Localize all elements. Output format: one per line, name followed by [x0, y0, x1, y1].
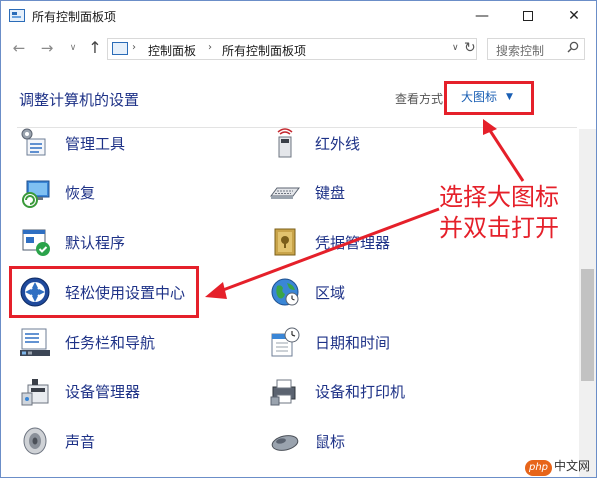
item-label: 设备管理器 [65, 383, 141, 401]
search-icon [567, 41, 579, 53]
up-button[interactable]: ↑ [85, 38, 105, 58]
device-manager-icon [21, 379, 49, 406]
title-bar: 所有控制面板项 — ✕ [1, 1, 596, 31]
maximize-button[interactable] [505, 1, 551, 31]
watermark: php 中文网 [525, 457, 591, 476]
item-label: 红外线 [315, 135, 361, 153]
vertical-scrollbar[interactable] [579, 129, 596, 477]
control-panel-app-icon [9, 9, 25, 22]
refresh-button[interactable]: ↻ [464, 40, 476, 56]
item-label: 默认程序 [65, 234, 126, 252]
credential-manager-icon [274, 228, 296, 256]
forward-button[interactable]: → [37, 38, 57, 58]
item-label: 设备和打印机 [315, 383, 406, 401]
maximize-icon [523, 11, 533, 21]
window-title: 所有控制面板项 [32, 10, 117, 24]
item-device-manager[interactable]: 设备管理器 [19, 375, 209, 409]
item-label: 键盘 [315, 184, 346, 202]
calendar-clock-icon [271, 327, 300, 357]
watermark-text: 中文网 [554, 459, 591, 473]
printer-icon [270, 379, 296, 406]
item-label: 管理工具 [65, 135, 126, 153]
view-by-highlight [444, 81, 534, 115]
item-label: 恢复 [65, 184, 96, 202]
default-programs-icon [22, 229, 50, 256]
keyboard-icon [270, 187, 300, 199]
item-date-time[interactable]: 日期和时间 [269, 326, 459, 360]
item-credential-manager[interactable]: 凭据管理器 [269, 226, 459, 260]
globe-icon [271, 278, 299, 306]
annotation-line-2: 并双击打开 [439, 214, 559, 242]
back-button[interactable]: ← [9, 38, 29, 58]
speaker-icon [23, 427, 47, 455]
item-infrared[interactable]: 红外线 [269, 127, 459, 161]
breadcrumb-all-items[interactable]: 所有控制面板项 [222, 42, 306, 59]
breadcrumb-control-panel[interactable]: 控制面板 [148, 42, 196, 59]
annotation-line-1: 选择大图标 [439, 183, 559, 211]
watermark-badge: php [525, 460, 553, 476]
item-label: 任务栏和导航 [65, 334, 156, 352]
recent-locations-button[interactable]: ∨ [63, 38, 83, 58]
recovery-icon [22, 180, 50, 208]
ease-of-access-highlight [9, 266, 199, 318]
infrared-icon [277, 128, 293, 158]
control-panel-window: 所有控制面板项 — ✕ ← → ∨ ↑ › 控制面板 › 所有控制面板项 ∨ ↻… [0, 0, 597, 478]
item-label: 鼠标 [315, 433, 346, 451]
breadcrumb-separator: › [208, 42, 212, 53]
item-recovery[interactable]: 恢复 [19, 176, 209, 210]
item-admin-tools[interactable]: 管理工具 [19, 127, 209, 161]
item-mouse[interactable]: 鼠标 [269, 425, 459, 459]
address-dropdown-button[interactable]: ∨ [452, 43, 459, 53]
scrollbar-thumb[interactable] [581, 269, 594, 381]
item-region[interactable]: 区域 [269, 276, 459, 310]
item-sound[interactable]: 声音 [19, 425, 209, 459]
item-label: 凭据管理器 [315, 234, 391, 252]
item-label: 区域 [315, 284, 346, 302]
breadcrumb-separator: › [132, 42, 136, 53]
navigation-bar: ← → ∨ ↑ › 控制面板 › 所有控制面板项 ∨ ↻ 搜索控制 [1, 34, 596, 62]
taskbar-icon [20, 328, 50, 356]
admin-tools-icon [21, 128, 46, 156]
search-placeholder: 搜索控制 [496, 44, 545, 58]
mouse-icon [271, 435, 299, 451]
search-input[interactable]: 搜索控制 [487, 38, 585, 60]
close-button[interactable]: ✕ [551, 1, 597, 31]
page-title: 调整计算机的设置 [19, 91, 140, 109]
control-panel-location-icon [112, 42, 128, 55]
minimize-button[interactable]: — [459, 1, 505, 31]
item-taskbar[interactable]: 任务栏和导航 [19, 326, 209, 360]
item-devices-printers[interactable]: 设备和打印机 [269, 375, 459, 409]
item-label: 声音 [65, 433, 96, 451]
view-by-label: 查看方式: [395, 92, 448, 106]
item-label: 日期和时间 [315, 334, 391, 352]
item-default-programs[interactable]: 默认程序 [19, 226, 209, 260]
address-bar[interactable]: › 控制面板 › 所有控制面板项 ∨ ↻ [107, 38, 477, 60]
item-keyboard[interactable]: 键盘 [269, 176, 459, 210]
